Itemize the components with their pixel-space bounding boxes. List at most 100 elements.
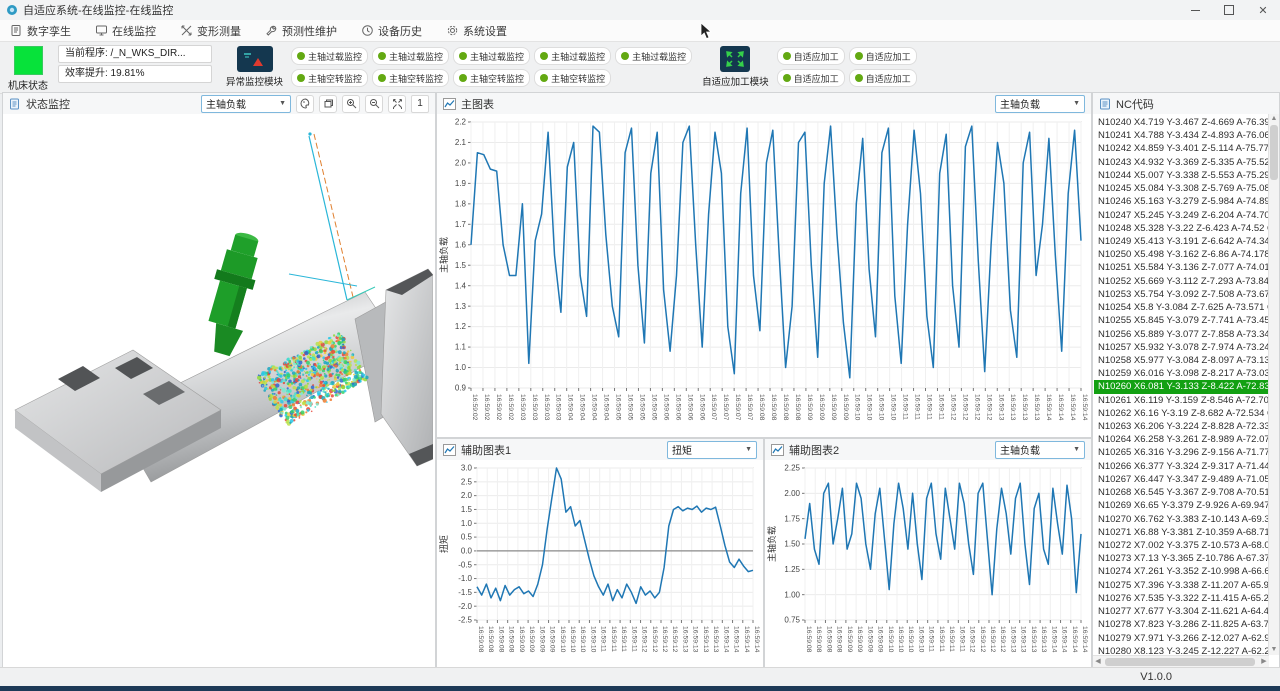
scroll-right-arrow[interactable]: ▶ bbox=[1259, 656, 1269, 667]
main-chart-metric-select[interactable]: 主轴负载▼ bbox=[995, 95, 1085, 113]
nc-code-line[interactable]: N10250 X5.498 Y-3.162 Z-6.86 A-74.178 C bbox=[1094, 248, 1268, 261]
close-button[interactable]: ✕ bbox=[1246, 0, 1280, 20]
adaptive-machining-button[interactable]: 自适应加工 bbox=[777, 47, 845, 65]
svg-text:16:59:12: 16:59:12 bbox=[949, 394, 956, 421]
menu-deformation-measure[interactable]: 变形测量 bbox=[180, 23, 241, 39]
nc-horizontal-scrollbar[interactable]: ◀ ▶ bbox=[1093, 655, 1269, 667]
svg-text:16:59:06: 16:59:06 bbox=[662, 394, 669, 421]
nc-code-line[interactable]: N10276 X7.535 Y-3.322 Z-11.415 A-65.22 bbox=[1094, 592, 1268, 605]
menu-online-monitor[interactable]: 在线监控 bbox=[95, 23, 156, 39]
minimize-button[interactable] bbox=[1178, 0, 1212, 20]
menu-system-settings[interactable]: 系统设置 bbox=[446, 23, 507, 39]
nc-code-line[interactable]: N10270 X6.762 Y-3.383 Z-10.143 A-69.34 bbox=[1094, 513, 1268, 526]
nc-code-line[interactable]: N10280 X8.123 Y-3.245 Z-12.227 A-62.23 bbox=[1094, 645, 1268, 655]
nc-code-line[interactable]: N10245 X5.084 Y-3.308 Z-5.769 A-75.088 bbox=[1094, 182, 1268, 195]
aux-chart2-metric-select[interactable]: 主轴负载▼ bbox=[995, 441, 1085, 459]
adaptive-machining-button[interactable]: 自适应加工 bbox=[849, 69, 917, 87]
menu-digital-twin[interactable]: 数字孪生 bbox=[10, 23, 71, 39]
svg-text:16:59:13: 16:59:13 bbox=[692, 626, 699, 653]
spindle-idle-monitor-button[interactable]: 主轴空转监控 bbox=[453, 69, 530, 87]
nc-code-line[interactable]: N10258 X5.977 Y-3.084 Z-8.097 A-73.138 bbox=[1094, 354, 1268, 367]
svg-text:0.5: 0.5 bbox=[461, 533, 473, 542]
menu-device-history[interactable]: 设备历史 bbox=[361, 23, 422, 39]
scrollbar-thumb[interactable] bbox=[1270, 125, 1278, 180]
nc-code-line[interactable]: N10275 X7.396 Y-3.338 Z-11.207 A-65.95 bbox=[1094, 579, 1268, 592]
nc-code-line[interactable]: N10265 X6.316 Y-3.296 Z-9.156 A-71.771 bbox=[1094, 446, 1268, 459]
status-metric-select[interactable]: 主轴负载▼ bbox=[201, 95, 291, 113]
spindle-overload-monitor-button[interactable]: 主轴过载监控 bbox=[534, 47, 611, 65]
aux-chart1-metric-select[interactable]: 扭矩▼ bbox=[667, 441, 757, 459]
zoom-in-icon[interactable] bbox=[342, 95, 360, 113]
nc-code-line[interactable]: N10272 X7.002 Y-3.375 Z-10.573 A-68.05 bbox=[1094, 539, 1268, 552]
nc-code-line[interactable]: N10261 X6.119 Y-3.159 Z-8.546 A-72.701 bbox=[1094, 394, 1268, 407]
aux-chart2-panel: 辅助图表2 主轴负载▼ 0.751.001.251.501.752.002.25… bbox=[764, 438, 1092, 668]
nc-code-line[interactable]: N10264 X6.258 Y-3.261 Z-8.989 A-72.072 bbox=[1094, 433, 1268, 446]
anomaly-module[interactable]: 异常监控模块 bbox=[226, 46, 283, 88]
nc-code-line[interactable]: N10240 X4.719 Y-3.467 Z-4.669 A-76.396 bbox=[1094, 116, 1268, 129]
nc-vertical-scrollbar[interactable]: ▲ ▼ bbox=[1268, 114, 1279, 655]
svg-text:0.0: 0.0 bbox=[461, 547, 473, 556]
spindle-overload-monitor-button[interactable]: 主轴过载监控 bbox=[372, 47, 449, 65]
main-chart-title: 主图表 bbox=[461, 96, 494, 112]
maximize-button[interactable] bbox=[1212, 0, 1246, 20]
nc-code-line[interactable]: N10254 X5.8 Y-3.084 Z-7.625 A-73.571 C bbox=[1094, 301, 1268, 314]
scroll-up-arrow[interactable]: ▲ bbox=[1269, 114, 1279, 124]
nc-code-line[interactable]: N10260 X6.081 Y-3.133 Z-8.422 A-72.835 bbox=[1094, 380, 1268, 393]
svg-text:主轴负载: 主轴负载 bbox=[766, 526, 777, 562]
fit-view-icon[interactable] bbox=[388, 95, 406, 113]
adaptive-machining-button[interactable]: 自适应加工 bbox=[777, 69, 845, 87]
nc-code-line[interactable]: N10256 X5.889 Y-3.077 Z-7.858 A-73.348 bbox=[1094, 328, 1268, 341]
nc-code-line[interactable]: N10271 X6.88 Y-3.381 Z-10.359 A-68.711 bbox=[1094, 526, 1268, 539]
nc-code-line[interactable]: N10278 X7.823 Y-3.286 Z-11.825 A-63.73 bbox=[1094, 618, 1268, 631]
nc-code-line[interactable]: N10248 X5.328 Y-3.22 Z-6.423 A-74.52 C bbox=[1094, 222, 1268, 235]
nc-code-line[interactable]: N10268 X6.545 Y-3.367 Z-9.708 A-70.519 bbox=[1094, 486, 1268, 499]
nc-code-line[interactable]: N10259 X6.016 Y-3.098 Z-8.217 A-73.036 bbox=[1094, 367, 1268, 380]
nc-code-line[interactable]: N10247 X5.245 Y-3.249 Z-6.204 A-74.701 bbox=[1094, 209, 1268, 222]
spindle-overload-monitor-button[interactable]: 主轴过载监控 bbox=[615, 47, 692, 65]
scroll-left-arrow[interactable]: ◀ bbox=[1093, 656, 1103, 667]
palette-icon[interactable] bbox=[296, 95, 314, 113]
nc-code-line[interactable]: N10249 X5.413 Y-3.191 Z-6.642 A-74.346 bbox=[1094, 235, 1268, 248]
adaptive-module[interactable]: 自适应加工模块 bbox=[702, 46, 769, 88]
zoom-scale-value[interactable]: 1 bbox=[411, 95, 429, 113]
svg-text:1.8: 1.8 bbox=[455, 199, 467, 208]
zoom-out-icon[interactable] bbox=[365, 95, 383, 113]
toolpath-lines bbox=[289, 132, 375, 300]
nc-code-line[interactable]: N10273 X7.13 Y-3.365 Z-10.786 A-67.372 bbox=[1094, 552, 1268, 565]
spindle-idle-monitor-button[interactable]: 主轴空转监控 bbox=[534, 69, 611, 87]
nc-code-line[interactable]: N10274 X7.261 Y-3.352 Z-10.998 A-66.67 bbox=[1094, 565, 1268, 578]
nc-code-line[interactable]: N10257 X5.932 Y-3.078 Z-7.974 A-73.243 bbox=[1094, 341, 1268, 354]
nc-code-line[interactable]: N10269 X6.65 Y-3.379 Z-9.926 A-69.947 C bbox=[1094, 499, 1268, 512]
nc-code-line[interactable]: N10246 X5.163 Y-3.279 Z-5.984 A-74.892 bbox=[1094, 195, 1268, 208]
spindle-idle-monitor-button[interactable]: 主轴空转监控 bbox=[372, 69, 449, 87]
nc-code-line[interactable]: N10262 X6.16 Y-3.19 Z-8.682 A-72.534 C bbox=[1094, 407, 1268, 420]
nc-code-line[interactable]: N10255 X5.845 Y-3.079 Z-7.741 A-73.458 bbox=[1094, 314, 1268, 327]
spindle-overload-monitor-button[interactable]: 主轴过载监控 bbox=[291, 47, 368, 65]
nc-code-list[interactable]: N10240 X4.719 Y-3.467 Z-4.669 A-76.396N1… bbox=[1094, 116, 1268, 655]
scrollbar-thumb[interactable] bbox=[1105, 658, 1255, 666]
nc-code-line[interactable]: N10244 X5.007 Y-3.338 Z-5.553 A-75.297 bbox=[1094, 169, 1268, 182]
anomaly-module-label: 异常监控模块 bbox=[226, 74, 283, 88]
spindle-idle-monitor-button[interactable]: 主轴空转监控 bbox=[291, 69, 368, 87]
adaptive-machining-button[interactable]: 自适应加工 bbox=[849, 47, 917, 65]
svg-text:16:59:11: 16:59:11 bbox=[902, 394, 909, 420]
rotate-view-icon[interactable] bbox=[319, 95, 337, 113]
nc-code-line[interactable]: N10266 X6.377 Y-3.324 Z-9.317 A-71.443 bbox=[1094, 460, 1268, 473]
nc-code-line[interactable]: N10241 X4.788 Y-3.434 Z-4.893 A-76.062 bbox=[1094, 129, 1268, 142]
nc-code-line[interactable]: N10279 X7.971 Y-3.266 Z-12.027 A-62.98 bbox=[1094, 632, 1268, 645]
nc-code-line[interactable]: N10252 X5.669 Y-3.112 Z-7.293 A-73.844 bbox=[1094, 275, 1268, 288]
scroll-down-arrow[interactable]: ▼ bbox=[1269, 645, 1279, 655]
machine-status-block: 机床状态 bbox=[8, 45, 48, 92]
machine-3d-viewport[interactable] bbox=[3, 114, 435, 667]
nc-code-line[interactable]: N10242 X4.859 Y-3.401 Z-5.114 A-75.775 bbox=[1094, 142, 1268, 155]
nc-code-line[interactable]: N10243 X4.932 Y-3.369 Z-5.335 A-75.523 bbox=[1094, 156, 1268, 169]
nc-code-line[interactable]: N10263 X6.206 Y-3.224 Z-8.828 A-72.33 C bbox=[1094, 420, 1268, 433]
nc-code-line[interactable]: N10277 X7.677 Y-3.304 Z-11.621 A-64.48 bbox=[1094, 605, 1268, 618]
nc-code-line[interactable]: N10253 X5.754 Y-3.092 Z-7.508 A-73.677 bbox=[1094, 288, 1268, 301]
spindle-overload-monitor-button[interactable]: 主轴过载监控 bbox=[453, 47, 530, 65]
menu-label: 数字孪生 bbox=[27, 23, 71, 39]
aux-chart2-title: 辅助图表2 bbox=[789, 442, 839, 458]
menu-predictive-maintenance[interactable]: 预测性维护 bbox=[265, 23, 337, 39]
nc-code-line[interactable]: N10251 X5.584 Y-3.136 Z-7.077 A-74.012 bbox=[1094, 261, 1268, 274]
nc-code-line[interactable]: N10267 X6.447 Y-3.347 Z-9.489 A-71.055 bbox=[1094, 473, 1268, 486]
